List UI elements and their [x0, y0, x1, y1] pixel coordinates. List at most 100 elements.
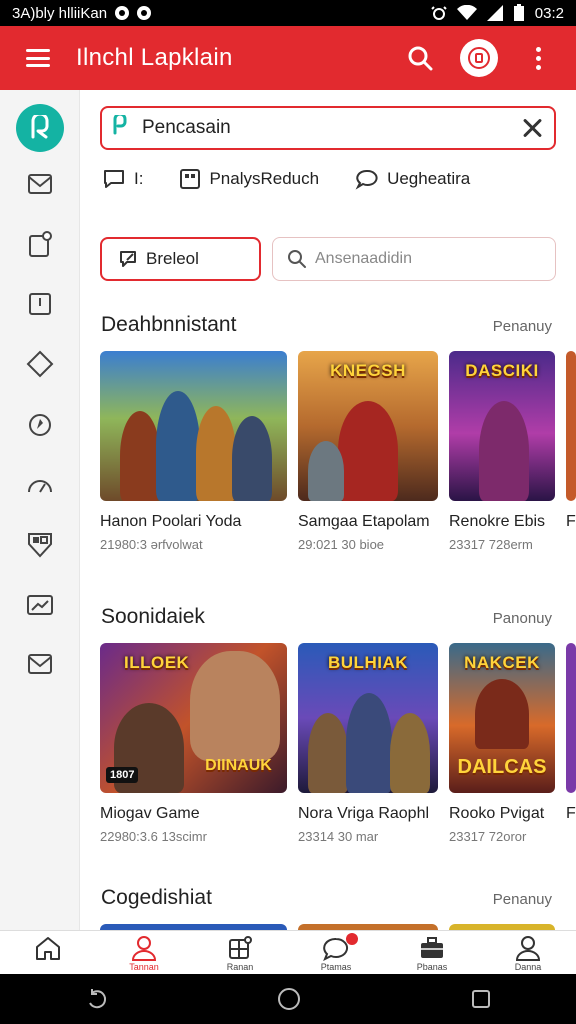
grid-add-icon — [229, 936, 252, 959]
image-icon — [180, 169, 201, 189]
game-meta: 23317 72oror — [449, 829, 527, 844]
notification-icon-2 — [137, 6, 152, 20]
game-card[interactable]: Hanon Poolari Yoda 21980:3 ərfvolwat — [100, 351, 287, 552]
app-bar: Ilnchl Lapklain — [0, 26, 576, 90]
home-circle-icon[interactable] — [276, 986, 302, 1012]
section-more-link[interactable]: Penanuy — [493, 318, 552, 335]
wifi-icon — [456, 5, 477, 20]
note-add-icon — [29, 231, 52, 257]
game-cover: ILLOEK DIINAUK 1807 — [100, 643, 287, 793]
secondary-search[interactable]: Ansenaadidin — [272, 237, 556, 281]
game-name: Samgaa Etapolam — [298, 513, 430, 530]
speech-bubble-icon — [355, 169, 378, 190]
sidebar-item-tasks[interactable] — [20, 284, 60, 324]
inbox-button[interactable] — [460, 39, 498, 77]
mail-icon-2 — [28, 654, 52, 674]
bottom-navigation: Tannan Ranan Ptamas Pbanas Danna — [0, 930, 576, 974]
nav-profile[interactable]: Tannan — [96, 931, 192, 974]
game-card[interactable]: BULHIAK Nora Vriga Raophl 23314 30 mar — [298, 643, 438, 844]
game-cover-title: KNEGSH — [330, 361, 406, 380]
nav-label: Danna — [514, 962, 542, 972]
game-name: Renokre Ebis — [449, 513, 546, 530]
game-cover-subtitle: DAILCAS — [457, 756, 547, 778]
game-name: F — [566, 805, 576, 822]
search-icon — [288, 250, 306, 268]
game-name: F — [566, 513, 576, 530]
person-icon — [131, 936, 157, 961]
nav-store[interactable]: Pbanas — [384, 931, 480, 974]
game-meta: 23314 30 mar — [298, 829, 379, 844]
notification-badge — [345, 933, 358, 945]
sidebar-item-speed[interactable] — [20, 464, 60, 504]
sidebar-item-analytics[interactable] — [20, 586, 60, 626]
clear-icon[interactable] — [520, 116, 544, 140]
status-bar: 3A)bly hlliiKan 03:2 — [0, 0, 576, 26]
back-icon[interactable] — [84, 987, 108, 1011]
brand-logo[interactable] — [16, 104, 64, 152]
game-card[interactable]: ILLOEK DIINAUK 1807 Miogav Game 22980:3.… — [100, 643, 287, 844]
game-cover — [100, 351, 287, 501]
game-card[interactable]: NAKCEK DAILCAS Rooko Pvigat 23317 72oror — [449, 643, 555, 844]
recents-icon[interactable] — [470, 988, 492, 1010]
overflow-menu-button[interactable] — [520, 40, 556, 76]
chip-messages[interactable]: Uegheatira — [355, 168, 470, 190]
system-navigation-bar — [0, 974, 576, 1024]
game-cover-title: BULHIAK — [328, 653, 408, 672]
speedometer-icon — [28, 480, 52, 493]
sidebar — [0, 90, 80, 930]
nav-chat[interactable]: Ptamas — [288, 931, 384, 974]
battery-icon — [513, 4, 524, 21]
chip-label: Uegheatira — [387, 169, 471, 188]
nav-home[interactable] — [0, 931, 96, 974]
game-card[interactable]: DASCIKI Renokre Ebis 23317 728erm — [449, 351, 555, 552]
sidebar-item-mail[interactable] — [20, 164, 60, 204]
sidebar-item-shield[interactable] — [20, 524, 60, 564]
shield-icon — [28, 533, 52, 558]
chip-analysis[interactable]: PnalysReduch — [179, 168, 319, 190]
chip-comment[interactable]: I: — [102, 168, 143, 190]
game-cover-tag: 1807 — [106, 767, 139, 783]
search-button[interactable] — [402, 40, 438, 76]
chart-icon — [27, 595, 53, 615]
filter-button[interactable]: Breleol — [100, 237, 261, 281]
chat-icon — [104, 170, 124, 188]
game-cover — [566, 643, 576, 793]
game-name: Nora Vriga Raophl — [298, 805, 430, 822]
game-card[interactable]: KNEGSH Samgaa Etapolam 29:021 30 bioe — [298, 351, 438, 552]
game-card-partial[interactable]: F — [566, 351, 576, 531]
sidebar-item-inbox[interactable] — [20, 644, 60, 684]
game-meta: 21980:3 ərfvolwat — [100, 537, 203, 552]
sidebar-item-explore[interactable] — [20, 344, 60, 384]
mail-icon — [28, 174, 52, 194]
nav-label: Ptamas — [320, 962, 352, 972]
briefcase-icon — [421, 937, 443, 958]
nav-library[interactable]: Ranan — [192, 931, 288, 974]
hamburger-icon — [26, 49, 50, 67]
game-meta: 22980:3.6 13scimr — [100, 829, 207, 844]
compass-icon — [29, 414, 51, 436]
menu-button[interactable] — [0, 26, 76, 90]
game-meta: 23317 728erm — [449, 537, 533, 552]
nav-label: Pbanas — [416, 962, 448, 972]
game-card-partial[interactable]: F — [566, 643, 576, 823]
secondary-search-placeholder: Ansenaadidin — [315, 250, 412, 267]
quick-filter-row: I: PnalysReduch Uegheatira — [102, 168, 506, 190]
status-time: 03:2 — [534, 4, 564, 22]
game-name: Miogav Game — [100, 805, 200, 822]
nav-label: Tannan — [129, 962, 159, 972]
clipboard-icon — [29, 293, 51, 315]
search-logo-icon — [112, 112, 128, 141]
game-cover: NAKCEK DAILCAS — [449, 643, 555, 793]
game-name: Rooko Pvigat — [449, 805, 545, 822]
sidebar-item-compass[interactable] — [20, 404, 60, 444]
section-more-link[interactable]: Penanuy — [493, 891, 552, 908]
signal-icon — [486, 5, 503, 21]
filter-button-label: Breleol — [146, 249, 199, 268]
game-meta: 29:021 30 bioe — [298, 537, 385, 552]
sidebar-item-notes[interactable] — [20, 224, 60, 264]
section-more-link[interactable]: Panonuy — [493, 610, 552, 627]
nav-account[interactable]: Danna — [480, 931, 576, 974]
search-input[interactable] — [142, 117, 520, 139]
chip-label: PnalysReduch — [209, 169, 320, 188]
inbox-icon — [468, 47, 490, 69]
